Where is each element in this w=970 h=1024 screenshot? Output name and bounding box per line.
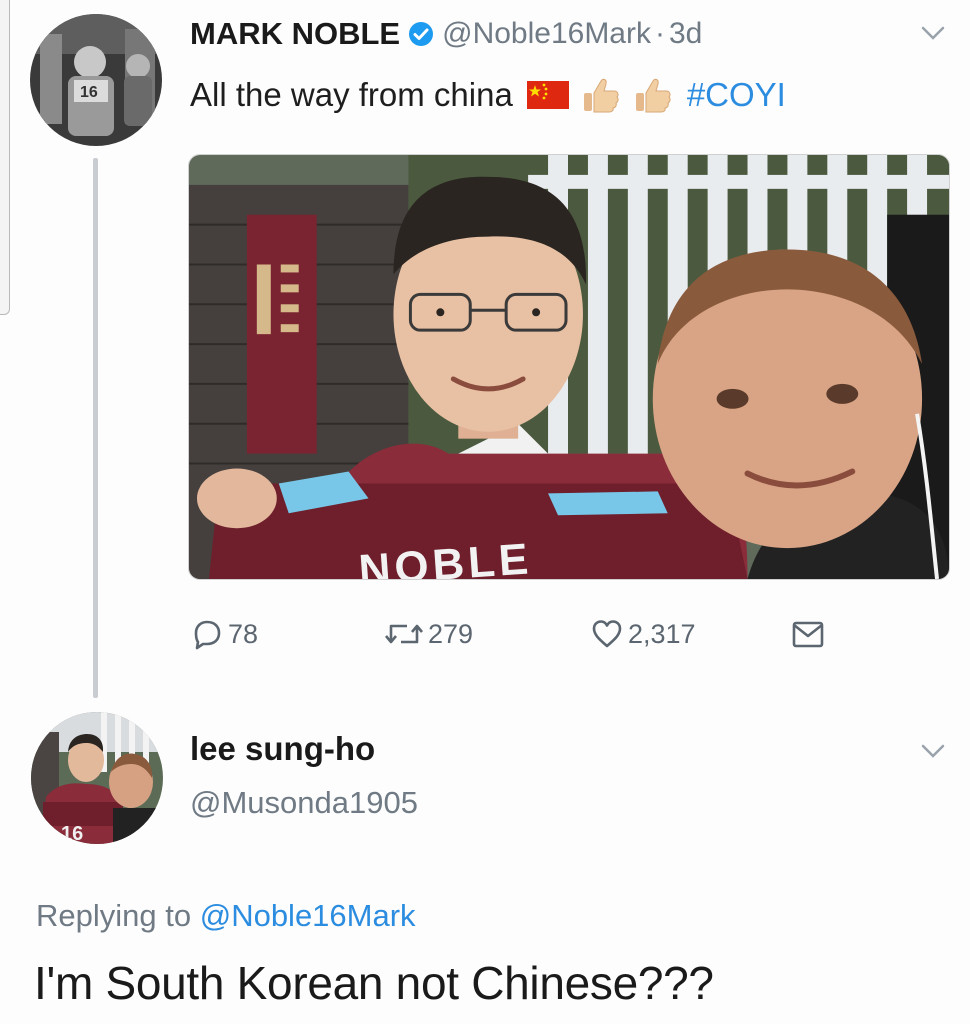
replying-to-label: Replying to [36, 898, 192, 933]
svg-text:16: 16 [80, 84, 98, 101]
hashtag-link[interactable]: #COYI [687, 76, 786, 114]
envelope-icon [792, 621, 824, 648]
like-button[interactable]: 2,317 [590, 612, 696, 656]
reply-button[interactable]: 78 [190, 612, 258, 656]
heart-icon [592, 620, 622, 648]
chevron-down-icon[interactable] [918, 22, 948, 44]
reply-author-handle[interactable]: @Musonda1905 [190, 785, 418, 821]
mark-noble-avatar[interactable]: 16 [30, 14, 162, 146]
svg-text:16: 16 [61, 823, 83, 844]
tweet-timestamp[interactable]: 3d [669, 17, 702, 51]
lee-sung-ho-avatar[interactable]: 16 [31, 712, 163, 844]
thumbs-up-icon [583, 78, 619, 113]
header-separator: · [654, 17, 665, 50]
retweet-icon [385, 624, 423, 644]
replying-to-line: Replying to @Noble16Mark [36, 898, 416, 934]
tweet-header: MARK NOBLE @Noble16Mark · 3d [190, 14, 702, 54]
tweet-photo[interactable]: NOBLE [188, 154, 950, 580]
reply-count: 78 [228, 618, 259, 649]
reply-bubble-icon [194, 620, 221, 650]
reply-author-name[interactable]: lee sung-ho [190, 730, 375, 768]
verified-badge-icon [409, 22, 434, 46]
tweet-author-name[interactable]: MARK NOBLE [190, 16, 400, 52]
tweet-author-handle[interactable]: @Noble16Mark [442, 17, 651, 51]
retweet-button[interactable]: 279 [384, 612, 473, 656]
chevron-down-icon[interactable] [918, 740, 948, 762]
screenshot-side-tab [0, 0, 10, 315]
tweet-body: All the way from china [190, 76, 513, 113]
replying-to-mention[interactable]: @Noble16Mark [200, 898, 416, 933]
tweet-action-bar: 78 279 2,317 [0, 612, 970, 656]
tweet-text: All the way from china #COYI [190, 72, 786, 118]
like-count: 2,317 [628, 618, 696, 649]
thumbs-up-icon [635, 78, 671, 113]
china-flag-icon [526, 81, 569, 109]
direct-message-button[interactable] [790, 612, 830, 656]
retweet-count: 279 [428, 618, 474, 649]
reply-body: I'm South Korean not Chinese??? [34, 957, 714, 1009]
